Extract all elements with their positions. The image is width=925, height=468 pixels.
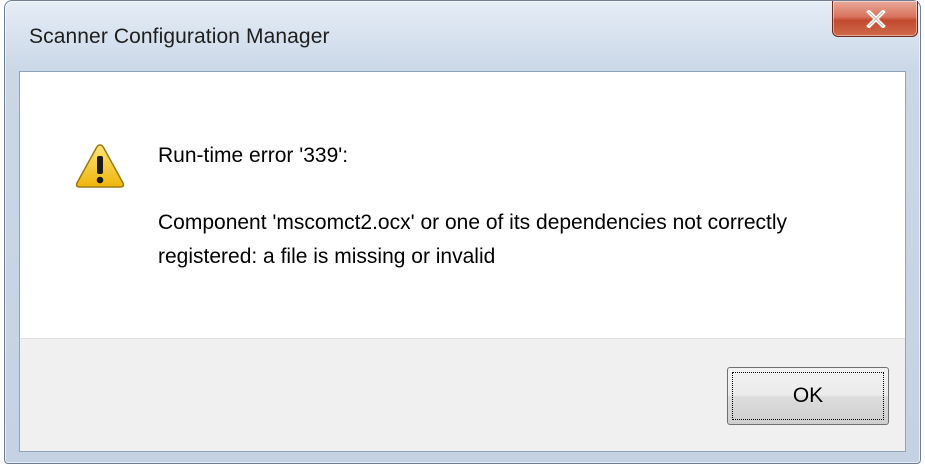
dialog-content: Run-time error '339': Component 'mscomct… <box>19 71 906 452</box>
button-bar: OK <box>20 338 905 451</box>
dialog-window: Scanner Configuration Manager Run-time e… <box>4 0 921 464</box>
title-bar[interactable]: Scanner Configuration Manager <box>5 1 920 71</box>
close-icon <box>866 10 886 28</box>
ok-button[interactable]: OK <box>727 367 889 425</box>
close-button[interactable] <box>832 1 918 37</box>
warning-icon <box>74 142 126 190</box>
window-title: Scanner Configuration Manager <box>29 25 330 48</box>
ok-button-label: OK <box>792 384 824 407</box>
error-title: Run-time error '339': <box>158 144 349 167</box>
error-message: Component 'mscomct2.ocx' or one of its d… <box>158 211 787 268</box>
